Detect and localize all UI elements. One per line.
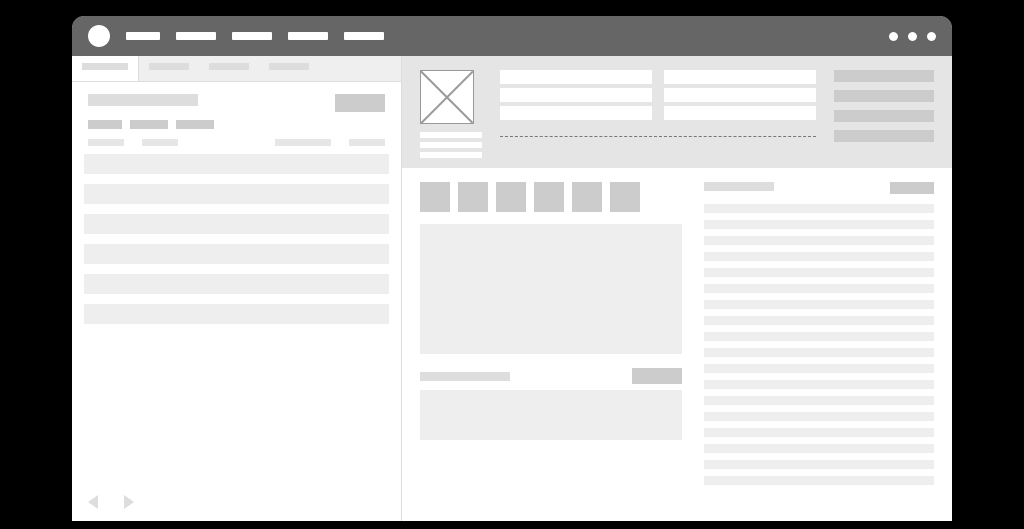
thumbnail-placeholder-icon	[420, 70, 474, 124]
feed-line	[704, 412, 934, 421]
panel-title	[88, 94, 198, 106]
nav-item[interactable]	[288, 32, 328, 40]
feed-line	[704, 220, 934, 229]
side-action[interactable]	[834, 70, 934, 82]
field-input[interactable]	[664, 70, 816, 84]
column-header[interactable]	[275, 139, 331, 146]
column-header[interactable]	[142, 139, 178, 146]
prev-icon[interactable]	[88, 495, 98, 509]
feed-line	[704, 332, 934, 341]
field-input[interactable]	[500, 88, 652, 102]
caption-line	[420, 142, 482, 148]
feed-line	[704, 428, 934, 437]
tab[interactable]	[259, 56, 319, 81]
filter-chip[interactable]	[88, 120, 122, 129]
thumb-tile[interactable]	[572, 182, 602, 212]
control-dot-icon[interactable]	[889, 32, 898, 41]
nav-item[interactable]	[126, 32, 160, 40]
main-nav	[126, 32, 384, 40]
feed-line	[704, 268, 934, 277]
list-row[interactable]	[84, 184, 389, 204]
control-dot-icon[interactable]	[927, 32, 936, 41]
tab[interactable]	[199, 56, 259, 81]
field-input[interactable]	[500, 106, 652, 120]
control-dot-icon[interactable]	[908, 32, 917, 41]
feed-line	[704, 364, 934, 373]
list-row[interactable]	[84, 304, 389, 324]
nav-item[interactable]	[176, 32, 216, 40]
feed-line	[704, 284, 934, 293]
field-input[interactable]	[664, 88, 816, 102]
section-button[interactable]	[632, 368, 682, 384]
divider	[500, 136, 816, 137]
list-row[interactable]	[84, 274, 389, 294]
feed-line	[704, 348, 934, 357]
logo-icon	[88, 25, 110, 47]
detail-header	[402, 56, 952, 168]
feed-line	[704, 300, 934, 309]
thumb-tile[interactable]	[496, 182, 526, 212]
feed-line	[704, 444, 934, 453]
side-action[interactable]	[834, 130, 934, 142]
content-slot	[420, 224, 682, 354]
feed-list	[704, 204, 934, 485]
thumb-tile[interactable]	[420, 182, 450, 212]
filter-chip[interactable]	[130, 120, 168, 129]
caption-line	[420, 132, 482, 138]
primary-button[interactable]	[335, 94, 385, 112]
left-panel	[72, 56, 402, 521]
window-controls	[889, 32, 936, 41]
column-header[interactable]	[88, 139, 124, 146]
thumb-tile[interactable]	[534, 182, 564, 212]
side-action[interactable]	[834, 110, 934, 122]
titlebar	[72, 16, 952, 56]
thumb-tile[interactable]	[610, 182, 640, 212]
caption-line	[420, 152, 482, 158]
feed-line	[704, 252, 934, 261]
section-title	[420, 372, 510, 381]
field-input[interactable]	[664, 106, 816, 120]
feed-line	[704, 396, 934, 405]
filter-chip[interactable]	[176, 120, 214, 129]
list-row[interactable]	[84, 244, 389, 264]
side-action[interactable]	[834, 90, 934, 102]
pager	[72, 483, 401, 521]
nav-item[interactable]	[344, 32, 384, 40]
list-row[interactable]	[84, 214, 389, 234]
field-input[interactable]	[500, 70, 652, 84]
app-window	[72, 16, 952, 521]
column-header[interactable]	[349, 139, 385, 146]
feed-line	[704, 204, 934, 213]
feed-line	[704, 460, 934, 469]
feed-line	[704, 476, 934, 485]
feed-line	[704, 236, 934, 245]
thumb-tile[interactable]	[458, 182, 488, 212]
feed-line	[704, 380, 934, 389]
feed-title	[704, 182, 774, 191]
feed-line	[704, 316, 934, 325]
tab-bar	[72, 56, 401, 82]
next-icon[interactable]	[124, 495, 385, 509]
list-row[interactable]	[84, 154, 389, 174]
tab[interactable]	[72, 56, 139, 81]
feed-button[interactable]	[890, 182, 934, 194]
nav-item[interactable]	[232, 32, 272, 40]
tab[interactable]	[139, 56, 199, 81]
right-panel	[402, 56, 952, 521]
content-slot	[420, 390, 682, 440]
